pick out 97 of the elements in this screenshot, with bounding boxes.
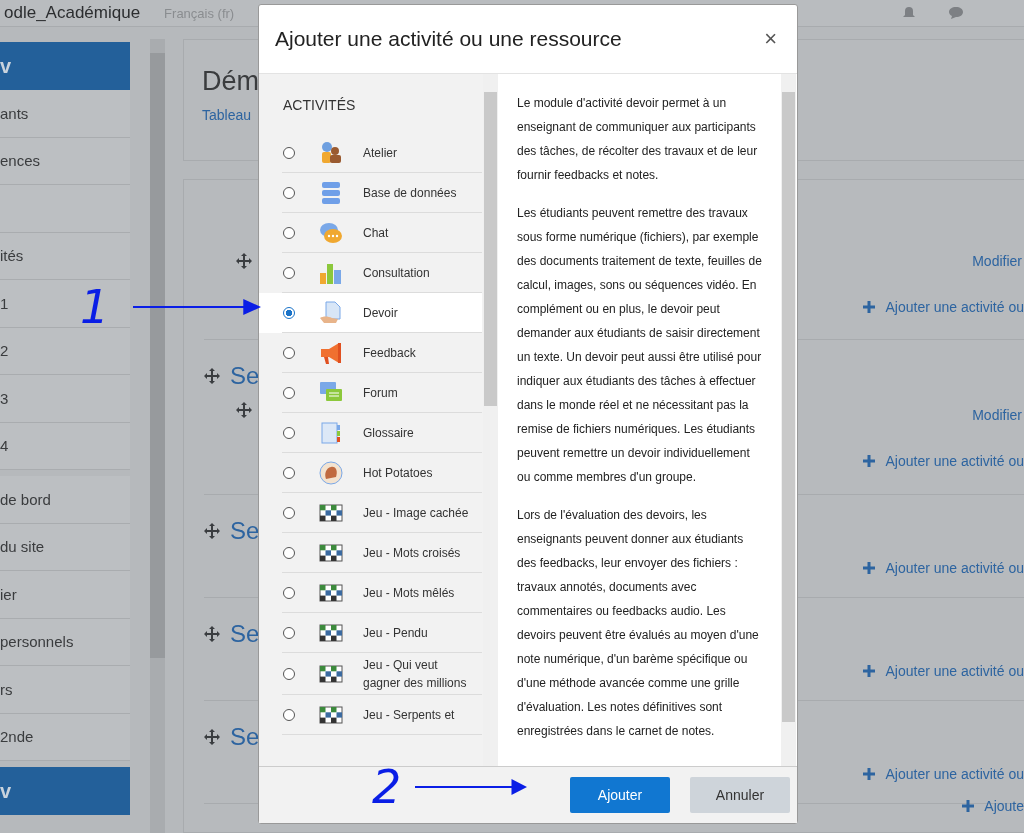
radio-button[interactable] [283, 427, 295, 439]
activity-option[interactable]: Hot Potatoes [259, 453, 482, 493]
scrollbar[interactable] [150, 39, 165, 833]
sidebar-item[interactable]: 2 [0, 327, 130, 375]
activity-option[interactable]: Jeu - Mots croisés [259, 533, 482, 573]
edit-link[interactable]: Modifier [972, 253, 1022, 269]
sidebar-item[interactable]: 2nde [0, 713, 130, 761]
move-icon[interactable] [204, 368, 220, 384]
activity-option[interactable]: Jeu - Serpents et [259, 695, 482, 735]
radio-button[interactable] [283, 668, 295, 680]
site-name[interactable]: odle_Académique [4, 3, 141, 23]
add-activity-link[interactable]: Ajouter une activité ou [863, 766, 1024, 782]
activity-option[interactable]: Atelier [259, 133, 482, 173]
radio-button[interactable] [283, 709, 295, 721]
plus-icon [863, 562, 876, 574]
sidebar-item[interactable]: personnels [0, 618, 130, 666]
add-activity-link[interactable]: Ajoute [962, 798, 1024, 814]
radio-button[interactable] [283, 547, 295, 559]
activity-option[interactable]: Chat [259, 213, 482, 253]
checkerboard-icon [319, 703, 343, 727]
radio-button[interactable] [283, 387, 295, 399]
sidebar-item[interactable]: ier [0, 571, 130, 619]
add-button[interactable]: Ajouter [570, 777, 670, 813]
cancel-button[interactable]: Annuler [690, 777, 790, 813]
section-title[interactable]: Se [230, 517, 260, 545]
activity-option[interactable]: Jeu - Image cachée [259, 493, 482, 533]
activity-option[interactable]: Forum [259, 373, 482, 413]
radio-button[interactable] [283, 467, 295, 479]
move-icon[interactable] [204, 626, 220, 642]
activity-option[interactable]: Jeu - Qui veut gagner des millions [259, 653, 482, 695]
sidebar-header[interactable]: v [0, 767, 130, 815]
plus-icon [863, 301, 876, 313]
add-activity-link[interactable]: Ajouter une activité ou [863, 453, 1024, 469]
add-activity-link[interactable]: Ajouter une activité ou [863, 299, 1024, 315]
activity-option[interactable]: Devoir [259, 293, 482, 333]
radio-button[interactable] [283, 147, 295, 159]
radio-button[interactable] [283, 267, 295, 279]
close-button[interactable]: × [760, 26, 781, 52]
glossary-book-icon [319, 421, 343, 445]
checkerboard-icon [319, 501, 343, 525]
activity-option[interactable]: Glossaire [259, 413, 482, 453]
checkerboard-icon [319, 581, 343, 605]
plus-icon [962, 800, 975, 812]
radio-button[interactable] [283, 627, 295, 639]
activity-option[interactable]: Base de données [259, 173, 482, 213]
list-heading: ACTIVITÉS [282, 96, 357, 115]
plus-icon [863, 768, 876, 780]
radio-button[interactable] [283, 227, 295, 239]
hand-circle-icon [319, 461, 343, 485]
section-title[interactable]: Se [230, 620, 260, 648]
sidebar-item[interactable]: 3 [0, 375, 130, 423]
radio-button[interactable] [283, 507, 295, 519]
dialog-title: Ajouter une activité ou une ressource [275, 27, 622, 51]
activity-option[interactable]: Feedback [259, 333, 482, 373]
description-paragraph: Lors de l'évaluation des devoirs, les enseignants peuvent donner aux étudiants des feedbacks, leur envoyer des fichiers : travaux annotés, documents avec commentaires ou feedbacks audio. Les devoirs peuvent être évalués au moyen d'une note numérique, d'un barème spécifique ou d'une méthode avancée comme une grille d'évaluation. Les notes définitives sont enregistrées dans le carnet de notes. [517, 507, 760, 740]
activity-option[interactable]: Consultation [259, 253, 482, 293]
activity-option[interactable]: Jeu - Mots mêlés [259, 573, 482, 613]
chat-bubbles-icon [319, 221, 343, 245]
radio-button[interactable] [283, 347, 295, 359]
description-paragraph: Les étudiants peuvent remettre des travaux sous forme numérique (fichiers), par exemple des documents traitement de texte, feuilles de calcul, images, sons ou séquences vidéo. En complément ou en plus, le devoir peut demander aux étudiants de saisir directement un texte. Un devoir peut aussi être utilisé pour indiquer aux étudiants des tâches à effectuer dans le monde réel et ne nécessitant pas la remise de fichiers numériques. Les étudiants peuvent remettre un devoir individuellement ou comme membres d'un groupe. [517, 205, 763, 486]
sidebar-item[interactable]: ences [0, 137, 130, 185]
add-activity-link[interactable]: Ajouter une activité ou [863, 560, 1024, 576]
step-number: 1 [80, 284, 110, 330]
sidebar-header[interactable]: v [0, 42, 130, 90]
people-icon [319, 141, 343, 165]
megaphone-icon [319, 341, 343, 365]
checkerboard-icon [319, 541, 343, 565]
move-icon[interactable] [236, 253, 252, 269]
add-activity-link[interactable]: Ajouter une activité ou [863, 663, 1024, 679]
edit-link[interactable]: Modifier [972, 407, 1022, 423]
plus-icon [863, 665, 876, 677]
checkerboard-icon [319, 621, 343, 645]
bar-chart-icon [319, 261, 343, 285]
sidebar-item[interactable]: ants [0, 90, 130, 138]
sidebar-item[interactable]: ités [0, 232, 130, 280]
hand-document-icon [319, 301, 343, 325]
section-title[interactable]: Se [230, 723, 260, 751]
activity-option[interactable]: Jeu - Pendu [259, 613, 482, 653]
sidebar-item[interactable]: 4 [0, 422, 130, 470]
checkerboard-icon [319, 662, 343, 686]
move-icon[interactable] [236, 402, 252, 418]
scrollbar[interactable] [781, 74, 796, 766]
description-paragraph: Le module d'activité devoir permet à un enseignant de communiquer aux participants des tâches, de récolter des travaux et de leur fournir feedbacks et notes. [517, 95, 759, 184]
sidebar-item[interactable]: de bord [0, 476, 130, 524]
page-title: Dém [202, 66, 259, 97]
move-icon[interactable] [204, 729, 220, 745]
breadcrumb-link[interactable]: Tableau [202, 107, 252, 123]
section-title[interactable]: Se [230, 362, 260, 390]
plus-icon [863, 455, 876, 467]
sidebar-item[interactable]: rs [0, 666, 130, 714]
radio-button[interactable] [283, 307, 295, 319]
database-icon [319, 181, 343, 205]
radio-button[interactable] [283, 587, 295, 599]
sidebar-item[interactable]: du site [0, 523, 130, 571]
step-number: 2 [372, 764, 402, 810]
move-icon[interactable] [204, 523, 220, 539]
radio-button[interactable] [283, 187, 295, 199]
